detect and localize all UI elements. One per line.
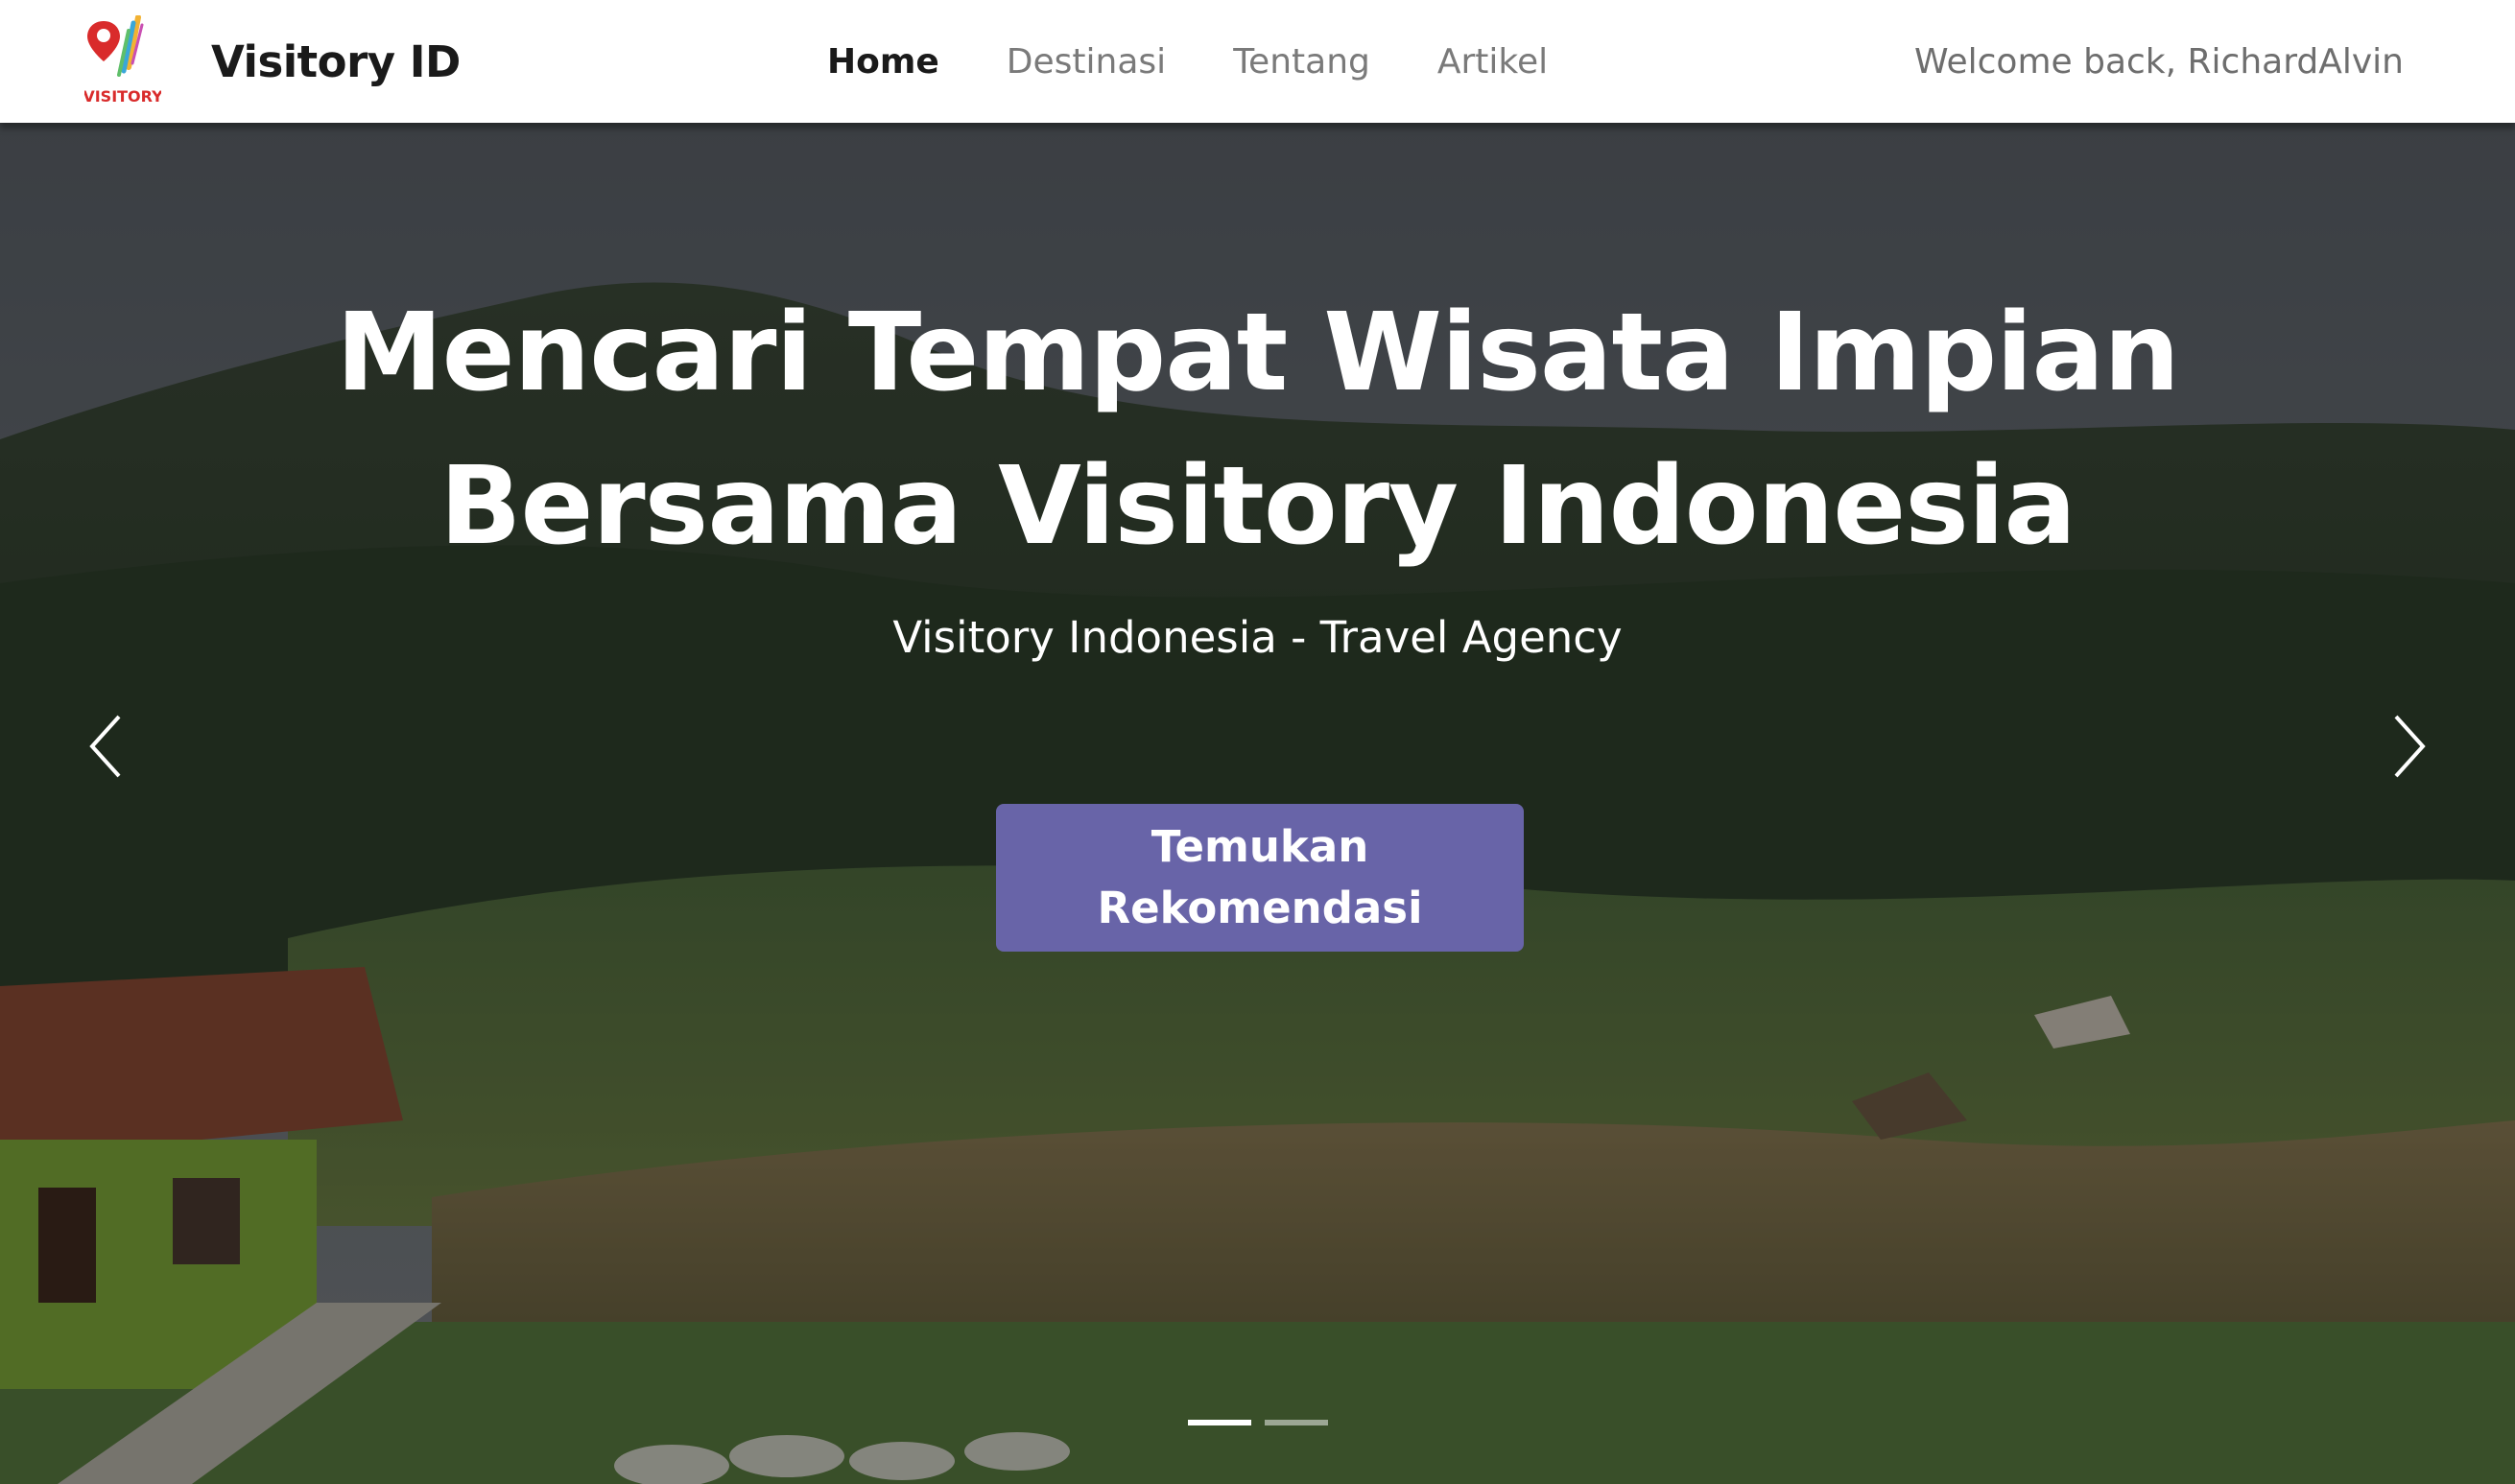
nav-item-home: Home	[827, 42, 939, 82]
hero-subtitle: Visitory Indonesia - Travel Agency	[892, 612, 1623, 663]
welcome-message[interactable]: Welcome back, RichardAlvin	[1914, 0, 2404, 123]
nav-link-destinasi[interactable]: Destinasi	[1007, 42, 1166, 82]
logo-wordmark: VISITORY	[84, 87, 161, 106]
nav-link-home[interactable]: Home	[827, 42, 939, 82]
hero-title: Mencari Tempat Wisata Impian Bersama Vis…	[0, 276, 2515, 583]
chevron-right-icon	[2394, 715, 2426, 778]
carousel-indicator-2[interactable]	[1265, 1420, 1328, 1425]
nav-item-tentang: Tentang	[1233, 42, 1370, 82]
brand-link[interactable]: VISITORY Visitory ID	[84, 13, 461, 109]
map-pin-logo-icon: VISITORY	[84, 15, 161, 106]
cta-label-line1: Temukan	[1151, 821, 1369, 872]
main-nav: Home Destinasi Tentang Artikel	[827, 0, 1615, 123]
carousel-next-button[interactable]	[2371, 698, 2448, 794]
carousel-prev-button[interactable]	[67, 698, 144, 794]
carousel-indicators	[1188, 1420, 1328, 1425]
hero-carousel: Mencari Tempat Wisata Impian Bersama Vis…	[0, 123, 2515, 1484]
nav-link-tentang[interactable]: Tentang	[1233, 42, 1370, 82]
navbar: VISITORY Visitory ID Home Destinasi Tent…	[0, 0, 2515, 123]
find-recommendation-button[interactable]: Temukan Rekomendasi	[996, 804, 1524, 952]
hero-title-line1: Mencari Tempat Wisata Impian	[336, 291, 2180, 415]
carousel-indicator-1[interactable]	[1188, 1420, 1251, 1425]
nav-item-destinasi: Destinasi	[1007, 42, 1166, 82]
chevron-left-icon	[89, 715, 121, 778]
nav-item-artikel: Artikel	[1437, 42, 1548, 82]
cta-label-line2: Rekomendasi	[1097, 883, 1423, 933]
brand-name: Visitory ID	[211, 35, 461, 87]
hero-title-line2: Bersama Visitory Indonesia	[439, 444, 2076, 569]
nav-link-artikel[interactable]: Artikel	[1437, 42, 1548, 82]
